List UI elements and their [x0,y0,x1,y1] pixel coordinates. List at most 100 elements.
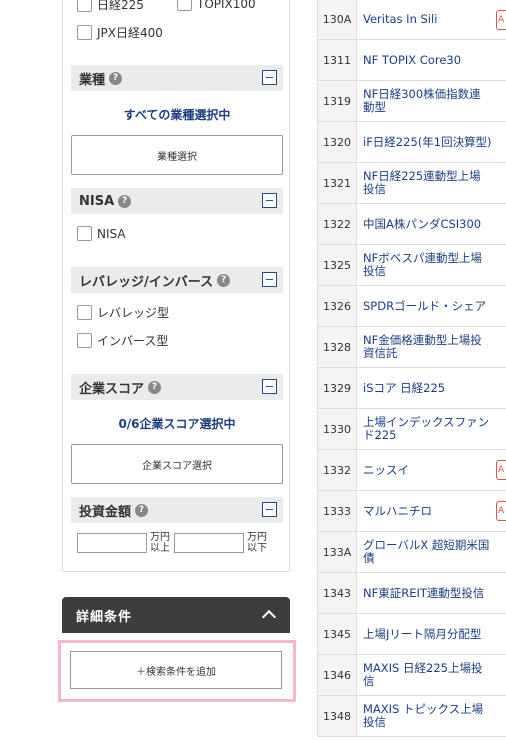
unit-label-max: 万円 以下 [247,532,267,554]
stock-name-link[interactable]: NF東証REIT連動型投信 [357,573,506,613]
help-icon[interactable]: ? [135,503,149,517]
stock-name-link[interactable]: 上場インデックスファンド225 [357,409,506,449]
table-row[interactable]: 1328 NF金価格連動型上場投資信託 [318,327,506,368]
section-title: レバレッジ/インバース [79,274,214,290]
table-row[interactable]: 1333 マルハニチロ A [318,491,506,532]
company-score-selected-text: 0/6企業スコア選択中 [118,417,236,431]
table-row[interactable]: 1329 iSコア 日経225 [318,368,506,409]
unit-label-min: 万円 以上 [150,532,170,554]
table-row[interactable]: 133A グローバルX 超短期米国債 [318,532,506,573]
help-icon[interactable]: ? [148,380,162,394]
stock-name-link[interactable]: Veritas In Sili [357,0,506,39]
stock-name-link[interactable]: ニッスイ [357,450,506,490]
checkbox[interactable] [77,333,92,348]
stock-code: 1311 [318,40,357,80]
checkbox[interactable] [177,0,192,11]
table-row[interactable]: 1345 上場Jリート隔月分配型 [318,614,506,655]
table-row[interactable]: 1332 ニッスイ A [318,450,506,491]
checkbox-label: JPX日経400 [97,26,163,40]
filter-inverse[interactable]: インバース型 [77,332,168,349]
stock-name-link[interactable]: iF日経225(年1回決算型) [357,122,506,162]
stock-name-link[interactable]: MAXIS 日経225上場投信 [357,655,506,695]
stock-code: 1319 [318,81,357,121]
filter-leverage[interactable]: レバレッジ型 [77,304,169,321]
section-title: 投資金額 [79,504,132,520]
stock-code: 1320 [318,122,357,162]
checkbox-label: NISA [97,226,126,241]
collapse-icon[interactable] [262,272,277,287]
stock-name-link[interactable]: 上場Jリート隔月分配型 [357,614,506,654]
stock-name-link[interactable]: NFボベスパ連動型上場投信 [357,245,506,285]
stock-name-link[interactable]: マルハニチロ [357,491,506,531]
collapse-icon[interactable] [262,193,277,208]
stock-name-link[interactable]: NF TOPIX Core30 [357,40,506,80]
checkbox[interactable] [77,305,92,320]
help-icon[interactable]: ? [109,71,123,85]
stock-code: 1321 [318,163,357,203]
table-row[interactable]: 1330 上場インデックスファンド225 [318,409,506,450]
stock-code: 1325 [318,245,357,285]
investment-range: 万円 以上 万円 以下 [77,532,271,554]
table-row[interactable]: 1311 NF TOPIX Core30 [318,40,506,81]
table-row[interactable]: 1346 MAXIS 日経225上場投信 [318,655,506,696]
stock-code: 1346 [318,655,357,695]
table-row[interactable]: 1321 NF日経225連動型上場投信 [318,163,506,204]
nisa-section-header: NISA ? [71,188,283,214]
leverage-section-header: レバレッジ/インバース ? [71,267,283,293]
stock-name-link[interactable]: NF日経300株価指数連動型 [357,81,506,121]
stock-name-link[interactable]: MAXIS トピックス上場投信 [357,696,506,736]
help-icon[interactable]: ? [217,273,231,287]
stock-code: 1348 [318,696,357,736]
stock-code: 1345 [318,614,357,654]
investment-section-header: 投資金額 ? [71,497,283,523]
collapse-icon[interactable] [262,70,277,85]
table-row[interactable]: 1348 MAXIS トピックス上場投信 [318,696,506,737]
table-row[interactable]: 1326 SPDRゴールド・シェア [318,286,506,327]
investment-max-input[interactable] [174,533,244,553]
table-row[interactable]: 1322 中国A株パンダCSI300 [318,204,506,245]
filter-topix100[interactable]: TOPIX100 [177,0,256,11]
filter-jpx400[interactable]: JPX日経400 [77,24,163,41]
stock-code: 133A [318,532,357,572]
table-row[interactable]: 1319 NF日経300株価指数連動型 [318,81,506,122]
checkbox-label: 日経225 [97,0,144,12]
section-title: NISA [79,193,115,209]
stock-code: 1343 [318,573,357,613]
stock-code: 1332 [318,450,357,490]
help-icon[interactable]: ? [118,194,132,208]
stock-badge: A [496,501,506,521]
filter-nisa[interactable]: NISA [77,226,126,241]
stock-badge: A [496,10,506,30]
stock-name-link[interactable]: SPDRゴールド・シェア [357,286,506,326]
table-row[interactable]: 130A Veritas In Sili A [318,0,506,40]
filter-nikkei225[interactable]: 日経225 [77,0,144,13]
company-score-select-button[interactable]: 企業スコア選択 [71,444,283,484]
company-score-section-header: 企業スコア ? [71,374,283,400]
industry-select-button[interactable]: 業種選択 [71,135,283,175]
table-row[interactable]: 1320 iF日経225(年1回決算型) [318,122,506,163]
section-title: 業種 [79,72,106,88]
checkbox-label: TOPIX100 [197,0,256,11]
stock-code: 1330 [318,409,357,449]
stock-name-link[interactable]: NF日経225連動型上場投信 [357,163,506,203]
table-row[interactable]: 1343 NF東証REIT連動型投信 [318,573,506,614]
checkbox[interactable] [77,25,92,40]
stock-name-link[interactable]: iSコア 日経225 [357,368,506,408]
checkbox-label: レバレッジ型 [97,306,170,320]
investment-min-input[interactable] [77,533,147,553]
table-row[interactable]: 1325 NFボベスパ連動型上場投信 [318,245,506,286]
chevron-up-icon[interactable] [261,609,277,625]
industry-section-header: 業種 ? [71,65,283,91]
add-condition-button[interactable]: ＋検索条件を追加 [70,651,282,689]
checkbox-label: インバース型 [97,334,169,348]
stock-name-link[interactable]: 中国A株パンダCSI300 [357,204,506,244]
stock-name-link[interactable]: グローバルX 超短期米国債 [357,532,506,572]
checkbox[interactable] [77,226,92,241]
collapse-icon[interactable] [262,502,277,517]
detail-conditions-header[interactable]: 詳細条件 [62,597,290,633]
collapse-icon[interactable] [262,379,277,394]
stock-code: 1326 [318,286,357,326]
stock-name-link[interactable]: NF金価格連動型上場投資信託 [357,327,506,367]
checkbox[interactable] [77,0,92,12]
section-title: 企業スコア [79,381,145,397]
